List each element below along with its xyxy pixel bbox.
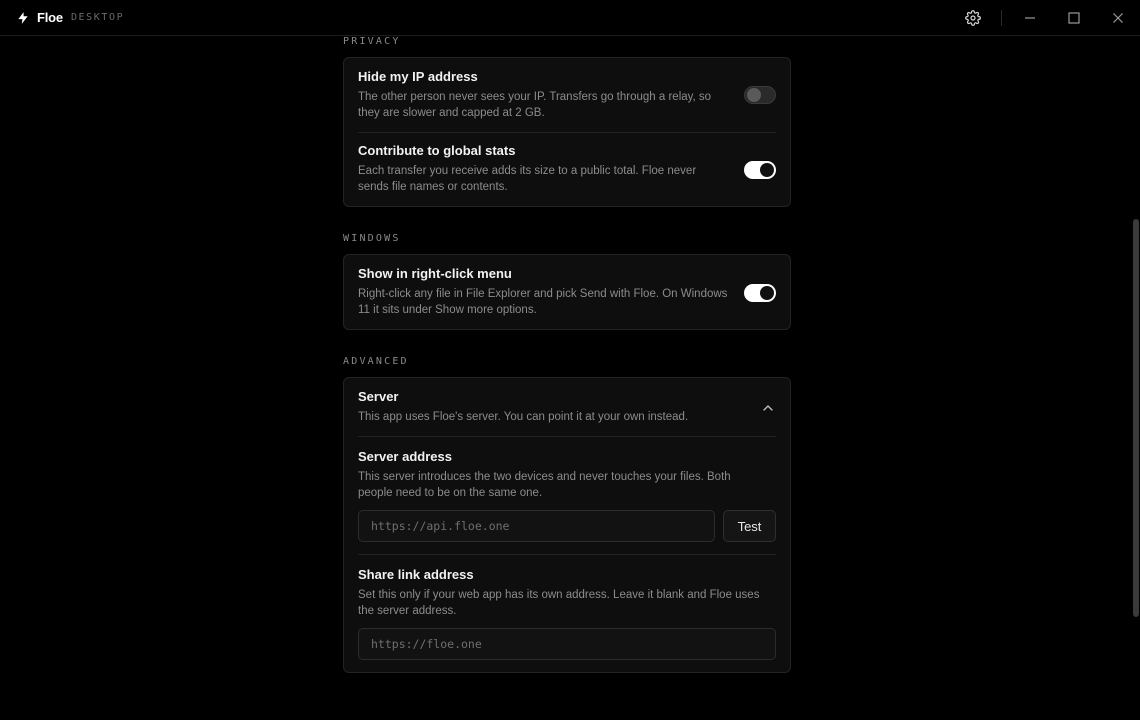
settings-button[interactable] [951,0,995,36]
close-button[interactable] [1096,0,1140,36]
setting-server-address: Server address This server introduces th… [358,449,776,501]
windows-card: Show in right-click menu Right-click any… [343,254,791,330]
setting-title: Share link address [358,567,474,582]
toggle-knob [747,88,761,102]
setting-description: This server introduces the two devices a… [358,471,731,499]
bolt-icon [18,11,28,24]
server-collapsible-header[interactable]: Server This app uses Floe's server. You … [358,389,776,425]
global-stats-toggle[interactable] [744,161,776,179]
close-icon [1113,13,1123,23]
setting-description: Set this only if your web app has its ow… [358,589,760,617]
setting-context-menu: Show in right-click menu Right-click any… [358,266,776,318]
context-menu-toggle[interactable] [744,284,776,302]
divider [358,554,776,555]
advanced-card: Server This app uses Floe's server. You … [343,377,791,673]
share-link-input[interactable] [358,628,776,660]
divider [358,436,776,437]
setting-description: The other person never sees your IP. Tra… [358,91,712,119]
chevron-up-icon[interactable] [762,402,774,414]
gear-icon [965,10,981,26]
divider [358,132,776,133]
maximize-icon [1068,12,1080,24]
setting-share-link: Share link address Set this only if your… [358,567,776,619]
test-button[interactable]: Test [723,510,776,542]
setting-hide-ip: Hide my IP address The other person neve… [358,69,776,121]
hide-ip-toggle[interactable] [744,86,776,104]
setting-description: Right-click any file in File Explorer an… [358,288,728,316]
section-label-privacy: PRIVACY [343,36,401,47]
section-label-windows: WINDOWS [343,233,401,244]
scrollbar-thumb[interactable] [1133,219,1139,617]
toggle-knob [760,286,774,300]
brand: Floe DESKTOP [16,10,124,25]
setting-title: Server [358,389,399,404]
titlebar-separator [1001,10,1002,26]
section-label-advanced: ADVANCED [343,356,409,367]
setting-description: This app uses Floe's server. You can poi… [358,411,689,423]
setting-description: Each transfer you receive adds its size … [358,165,697,193]
scrollbar[interactable] [1132,36,1140,720]
server-address-input[interactable] [358,510,715,542]
app-tag: DESKTOP [70,12,125,23]
setting-title: Contribute to global stats [358,143,516,158]
minimize-button[interactable] [1008,0,1052,36]
setting-title: Show in right-click menu [358,266,512,281]
setting-title: Hide my IP address [358,69,478,84]
maximize-button[interactable] [1052,0,1096,36]
minimize-icon [1025,17,1035,19]
toggle-knob [760,163,774,177]
setting-title: Server address [358,449,452,464]
privacy-card: Hide my IP address The other person neve… [343,57,791,207]
setting-global-stats: Contribute to global stats Each transfer… [358,143,776,195]
title-bar: Floe DESKTOP [0,0,1140,36]
app-name: Floe [37,10,63,25]
